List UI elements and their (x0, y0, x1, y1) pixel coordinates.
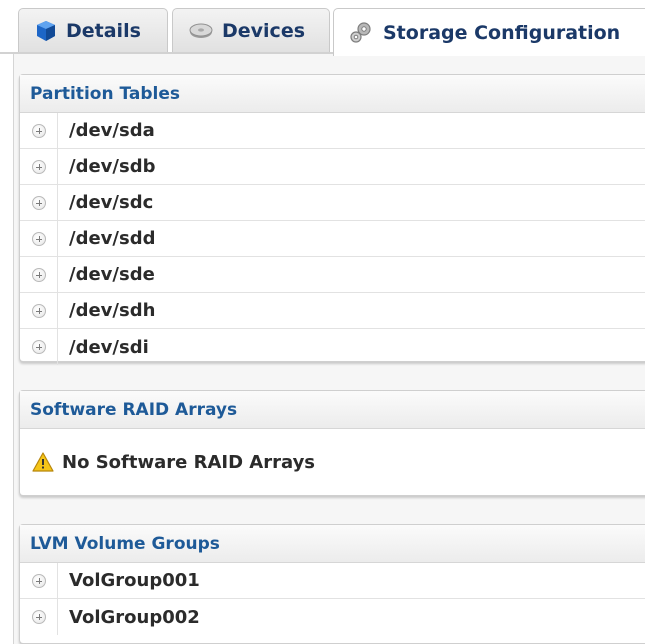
expand-plus-icon[interactable] (32, 610, 46, 624)
partition-table-row[interactable]: /dev/sdi (20, 329, 645, 365)
software-raid-section: Software RAID Arrays No Software RAID Ar… (19, 390, 645, 496)
storage-configuration-panel: Partition Tables /dev/sda/dev/sdb/dev/sd… (13, 54, 645, 644)
partition-table-row-label: /dev/sdb (69, 156, 156, 177)
expand-plus-icon[interactable] (32, 159, 46, 174)
cube-icon (35, 20, 57, 42)
expand-plus-icon[interactable] (32, 340, 46, 354)
expand-plus-icon[interactable] (32, 573, 46, 588)
raid-message-text: No Software RAID Arrays (62, 451, 316, 473)
tab-storage-label: Storage Configuration (383, 21, 621, 44)
expand-plus-icon[interactable] (32, 123, 46, 138)
partition-tables-section: Partition Tables /dev/sda/dev/sdb/dev/sd… (19, 74, 645, 365)
partition-table-row[interactable]: /dev/sde (20, 256, 645, 293)
expand-plus-icon[interactable] (32, 267, 46, 282)
tab-devices[interactable]: Devices (172, 8, 330, 52)
row-divider (57, 599, 58, 635)
partition-tables-header: Partition Tables (20, 75, 645, 113)
tab-details[interactable]: Details (18, 8, 168, 52)
row-divider (57, 220, 58, 257)
row-divider (57, 148, 58, 185)
tab-details-label: Details (66, 19, 141, 42)
partition-table-row[interactable]: /dev/sda (20, 112, 645, 149)
partition-table-row-label: /dev/sdc (69, 192, 154, 213)
gears-icon (348, 21, 374, 45)
tab-bar: Details Devices Storage Configuration (0, 0, 645, 62)
lvm-volume-groups-list: VolGroup001 VolGroup002 (20, 562, 645, 635)
partition-table-row[interactable]: /dev/sdh (20, 292, 645, 329)
partition-table-row-label: /dev/sdi (69, 336, 149, 358)
row-divider (57, 256, 58, 293)
partition-table-row-label: /dev/sdd (69, 228, 156, 249)
tab-storage-configuration[interactable]: Storage Configuration (333, 8, 645, 56)
partition-table-row-label: /dev/sde (69, 264, 155, 285)
partition-table-row-label: /dev/sdh (69, 300, 156, 321)
volume-group-row-label: VolGroup002 (69, 606, 200, 628)
expand-plus-icon[interactable] (32, 303, 46, 318)
lvm-volume-groups-section: LVM Volume Groups VolGroup001 VolGroup002 (19, 524, 645, 644)
warning-icon (32, 452, 54, 472)
software-raid-header: Software RAID Arrays (20, 391, 645, 429)
partition-table-row[interactable]: /dev/sdd (20, 220, 645, 257)
row-divider (57, 329, 58, 365)
expand-plus-icon[interactable] (32, 195, 46, 210)
partition-table-row[interactable]: /dev/sdb (20, 148, 645, 185)
volume-group-row[interactable]: VolGroup002 (20, 599, 645, 635)
lvm-volume-groups-header: LVM Volume Groups (20, 525, 645, 563)
disk-icon (189, 22, 213, 40)
partition-table-row-label: /dev/sda (69, 120, 155, 141)
raid-empty-message: No Software RAID Arrays (20, 429, 645, 495)
partition-tables-list: /dev/sda/dev/sdb/dev/sdc/dev/sdd/dev/sde… (20, 112, 645, 365)
tab-devices-label: Devices (222, 19, 306, 42)
expand-plus-icon[interactable] (32, 231, 46, 246)
row-divider (57, 292, 58, 329)
volume-group-row-label: VolGroup001 (69, 570, 200, 591)
partition-table-row[interactable]: /dev/sdc (20, 184, 645, 221)
row-divider (57, 562, 58, 599)
volume-group-row[interactable]: VolGroup001 (20, 562, 645, 599)
row-divider (57, 184, 58, 221)
row-divider (57, 112, 58, 149)
